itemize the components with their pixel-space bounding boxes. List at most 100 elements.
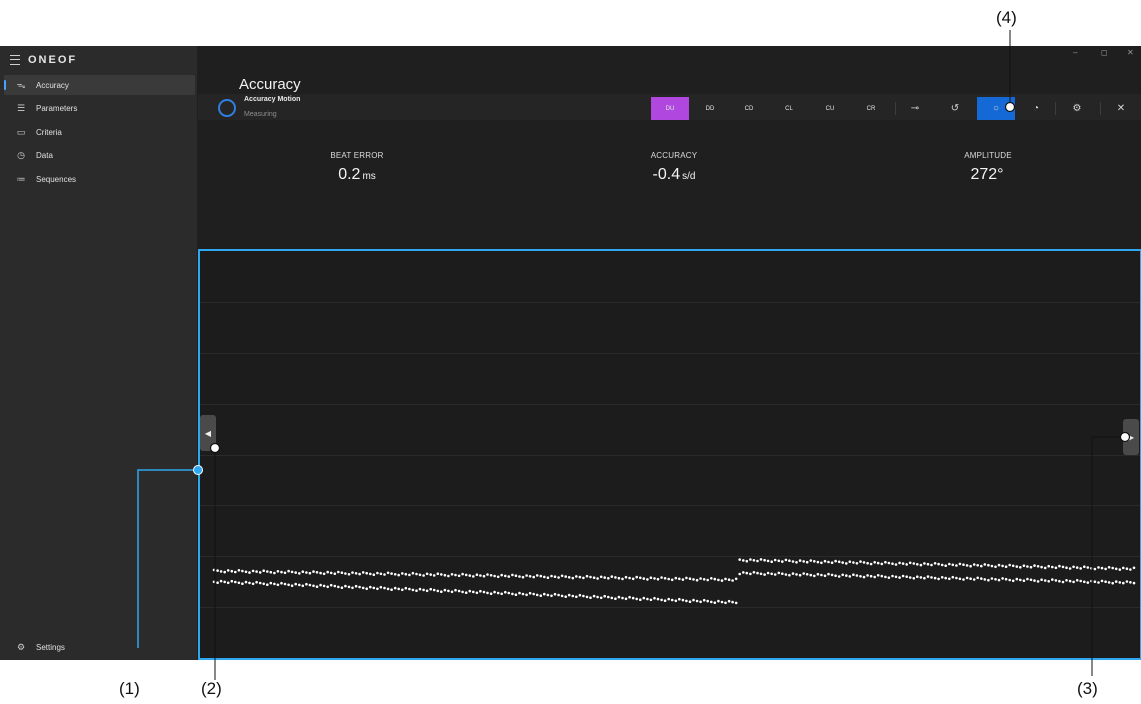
settings-icon[interactable]: ⚙ — [1066, 97, 1088, 120]
data-point — [1040, 578, 1043, 581]
data-point — [511, 573, 514, 577]
data-point — [965, 576, 969, 580]
collapse-left-tab[interactable]: ◀ — [200, 415, 216, 451]
data-point — [525, 593, 528, 597]
data-point — [358, 572, 361, 576]
data-point — [873, 575, 876, 579]
data-point — [983, 578, 987, 581]
data-point — [759, 558, 763, 561]
data-point — [876, 574, 880, 577]
data-point — [727, 599, 731, 603]
position-button-cu[interactable]: CU — [811, 97, 849, 120]
data-point — [234, 570, 237, 574]
data-point — [997, 578, 1001, 582]
data-point — [649, 576, 653, 579]
data-point — [1068, 567, 1072, 570]
data-point — [401, 572, 404, 575]
data-point — [1015, 577, 1019, 581]
data-point — [997, 563, 1001, 567]
data-point — [916, 563, 919, 566]
data-point — [770, 572, 773, 576]
data-point — [301, 584, 305, 588]
data-point — [266, 583, 269, 586]
history-icon[interactable]: ↺ — [944, 97, 966, 120]
sidebar-item-parameters[interactable]: ☰ Parameters — [4, 98, 195, 118]
data-point — [461, 572, 464, 576]
data-point — [674, 599, 678, 603]
data-point — [525, 574, 528, 577]
data-point — [418, 587, 422, 591]
data-point — [468, 589, 472, 593]
data-point — [486, 591, 489, 595]
data-point — [894, 575, 898, 579]
data-point — [948, 562, 951, 566]
sidebar-item-settings[interactable]: ⚙ Settings — [4, 637, 195, 657]
position-button-du[interactable]: DU — [651, 97, 689, 120]
data-point — [457, 589, 461, 593]
sidebar-item-accuracy[interactable]: ᯓ Accuracy — [4, 75, 195, 95]
data-point — [443, 588, 447, 592]
data-point — [248, 581, 251, 585]
data-point — [422, 588, 425, 592]
data-point — [784, 558, 788, 562]
data-point — [866, 574, 869, 577]
data-point — [262, 582, 265, 586]
data-point — [560, 594, 564, 598]
close-icon[interactable]: ✕ — [1110, 97, 1132, 120]
data-point — [834, 574, 837, 577]
data-point — [937, 562, 940, 566]
data-point — [965, 564, 969, 567]
data-point — [514, 593, 518, 596]
data-point — [269, 581, 273, 585]
data-point — [1065, 579, 1068, 582]
position-button-cd[interactable]: CD — [730, 97, 768, 120]
data-point — [1047, 564, 1050, 568]
data-point — [241, 569, 244, 573]
position-button-dd[interactable]: DD — [691, 97, 729, 120]
data-point — [493, 574, 496, 578]
sidebar-item-sequences[interactable]: ≔ Sequences — [4, 169, 195, 189]
chart-icon[interactable]: ◔ — [1025, 97, 1047, 120]
hamburger-menu-icon[interactable] — [10, 55, 20, 65]
data-point — [408, 573, 411, 577]
sidebar-item-criteria[interactable]: ▭ Criteria — [4, 122, 195, 142]
data-point — [326, 585, 329, 589]
maximize-icon[interactable]: ◻ — [1101, 48, 1108, 57]
balance-icon[interactable]: ⊸ — [904, 97, 926, 120]
data-point — [1036, 565, 1040, 568]
data-point — [305, 582, 308, 586]
data-point — [642, 577, 646, 580]
minimize-icon[interactable]: – — [1073, 48, 1077, 57]
sidebar-item-data[interactable]: ◷ Data — [4, 145, 195, 165]
position-button-cr[interactable]: CR — [852, 97, 890, 120]
data-point — [301, 570, 305, 573]
data-point — [344, 572, 347, 575]
position-button-cl[interactable]: CL — [770, 97, 808, 120]
data-point — [500, 573, 504, 577]
data-point — [859, 575, 862, 578]
data-point — [710, 577, 713, 580]
data-point — [940, 576, 944, 579]
readout-value: -0.4 — [652, 166, 681, 183]
readout-value: 0.2 — [338, 166, 361, 183]
data-point — [1026, 577, 1029, 581]
data-point — [276, 583, 280, 587]
data-point — [535, 574, 539, 577]
data-point — [496, 575, 500, 579]
data-point — [656, 577, 660, 581]
data-point — [663, 599, 667, 602]
data-point — [994, 565, 997, 569]
window-close-icon[interactable]: ✕ — [1127, 48, 1134, 57]
data-point — [411, 588, 415, 592]
data-point — [788, 573, 791, 577]
data-point — [869, 562, 873, 566]
data-point — [699, 600, 702, 604]
data-point — [575, 595, 578, 599]
data-point — [361, 571, 365, 574]
data-point — [493, 590, 496, 594]
data-point — [283, 571, 287, 575]
data-point — [976, 564, 979, 567]
record-icon[interactable]: ○ — [977, 97, 1015, 120]
data-point — [347, 573, 351, 576]
collapse-right-tab[interactable]: ▶ — [1123, 419, 1139, 455]
